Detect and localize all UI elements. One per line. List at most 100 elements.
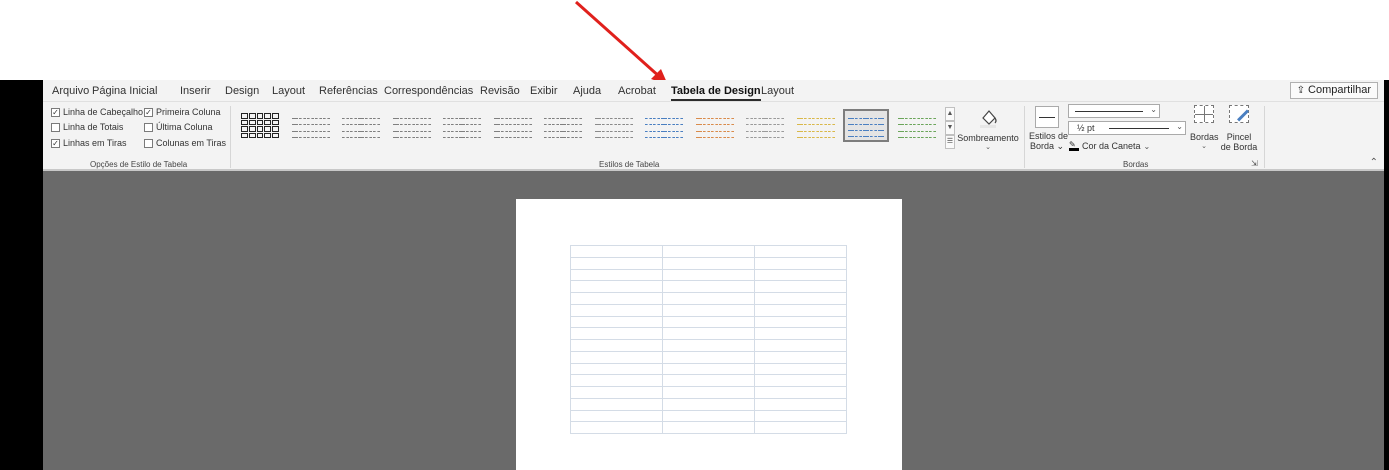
total-row-checkbox[interactable]: Linha de Totais [51,122,123,132]
table-cell[interactable] [754,280,847,293]
table-cell[interactable] [754,386,847,399]
tab-design[interactable]: Design [225,85,259,97]
tab-arquivo[interactable]: Arquivo [52,85,89,97]
table-style-thumbnail[interactable] [389,109,435,142]
table-style-thumbnail[interactable] [237,109,283,142]
tab-revisao[interactable]: Revisão [480,85,520,97]
table-cell[interactable] [754,292,847,305]
table-cell[interactable] [754,327,847,340]
table-cell[interactable] [570,362,663,376]
table-cell[interactable] [662,327,755,340]
table-style-thumbnail[interactable] [288,109,334,142]
line-style-dropdown[interactable]: ⌄ [1068,104,1160,118]
table-cell[interactable] [662,303,755,317]
tab-acrobat[interactable]: Acrobat [618,85,656,97]
table-cell[interactable] [754,303,847,317]
tab-layout[interactable]: Layout [272,85,305,97]
table-style-thumbnail[interactable] [692,109,738,142]
table-cell[interactable] [570,409,663,423]
tab-exibir[interactable]: Exibir [530,85,558,97]
pen-color-button[interactable]: ✎ Cor da Caneta ⌄ [1069,139,1150,153]
table-style-thumbnail[interactable] [843,109,889,142]
banded-columns-checkbox[interactable]: Colunas em Tiras [144,138,226,148]
collapse-ribbon-icon[interactable]: ⌃ [1370,157,1378,168]
table-cell[interactable] [570,350,663,364]
tab-pagina-inicial[interactable]: Página Inicial [92,85,157,97]
banded-rows-checkbox[interactable]: ✓ Linhas em Tiras [51,138,127,148]
table-style-thumbnail[interactable] [540,109,586,142]
first-column-checkbox[interactable]: ✓ Primeira Coluna [144,107,221,117]
border-styles-label: Estilos de [1029,131,1069,141]
table-cell[interactable] [662,374,755,387]
border-styles-button[interactable]: Estilos de Borda ⌄ [1029,106,1069,156]
table-cell[interactable] [754,397,847,411]
chevron-down-icon: ⌄ [1150,105,1157,114]
table-cell[interactable] [754,421,847,434]
table-cell[interactable] [570,280,663,293]
table-cell[interactable] [662,292,755,305]
table-style-thumbnail[interactable] [793,109,839,142]
tab-layout-table[interactable]: Layout [761,85,794,97]
table-style-thumbnail[interactable] [439,109,485,142]
table-style-thumbnail[interactable] [338,109,384,142]
share-button[interactable]: ⇪ Compartilhar [1289,82,1378,99]
table-cell[interactable] [662,362,755,376]
gallery-scroll-down-button[interactable]: ▼ [945,121,955,135]
table-cell[interactable] [570,327,663,340]
last-column-checkbox[interactable]: Última Coluna [144,122,213,132]
tab-ajuda[interactable]: Ajuda [573,85,601,97]
table-style-thumbnail[interactable] [641,109,687,142]
tab-referencias[interactable]: Referências [319,85,378,97]
gallery-more-button[interactable]: ☰ [945,135,955,149]
borders-button[interactable]: Bordas ⌄ [1190,105,1219,155]
table-cell[interactable] [662,421,755,434]
table-cell[interactable] [570,374,663,387]
table-row [570,362,847,376]
table-cell[interactable] [570,256,663,270]
table-cell[interactable] [570,268,663,282]
border-painter-button[interactable]: Pincel de Borda [1219,105,1259,155]
table-cell[interactable] [662,268,755,282]
line-weight-dropdown[interactable]: ½ pt ⌄ [1068,121,1186,135]
table-cell[interactable] [662,386,755,399]
table-cell[interactable] [754,256,847,270]
table-cell[interactable] [570,386,663,399]
border-painter-icon [1229,105,1250,123]
table-cell[interactable] [754,350,847,364]
table-cell[interactable] [662,397,755,411]
shading-button[interactable]: Sombreamento ⌄ [957,106,1019,156]
header-row-checkbox[interactable]: ✓ Linha de Cabeçalho [51,107,143,117]
table-cell[interactable] [662,409,755,423]
table-cell[interactable] [662,315,755,329]
table-style-thumbnail[interactable] [742,109,788,142]
table-cell[interactable] [662,280,755,293]
table-cell[interactable] [754,268,847,282]
table-cell[interactable] [570,397,663,411]
tab-inserir[interactable]: Inserir [180,85,211,97]
table-cell[interactable] [754,362,847,376]
table-cell[interactable] [754,245,847,258]
table-style-thumbnail[interactable] [490,109,536,142]
table-cell[interactable] [754,409,847,423]
table-cell[interactable] [570,292,663,305]
table-cell[interactable] [754,315,847,329]
document-table[interactable] [570,245,847,434]
table-cell[interactable] [662,245,755,258]
table-style-thumbnail[interactable] [894,109,940,142]
table-cell[interactable] [570,245,663,258]
table-cell[interactable] [662,350,755,364]
table-cell[interactable] [754,339,847,352]
table-cell[interactable] [570,339,663,352]
table-cell[interactable] [662,339,755,352]
table-style-preview [746,113,784,138]
dialog-launcher-icon[interactable]: ⇲ [1251,159,1258,168]
gallery-scroll-up-button[interactable]: ▲ [945,107,955,121]
table-style-thumbnail[interactable] [591,109,637,142]
table-cell[interactable] [570,303,663,317]
tab-correspondencias[interactable]: Correspondências [384,85,473,97]
table-cell[interactable] [662,256,755,270]
table-cell[interactable] [754,374,847,387]
table-cell[interactable] [570,421,663,434]
table-cell[interactable] [570,315,663,329]
tab-tabela-de-design[interactable]: Tabela de Design [671,85,761,101]
